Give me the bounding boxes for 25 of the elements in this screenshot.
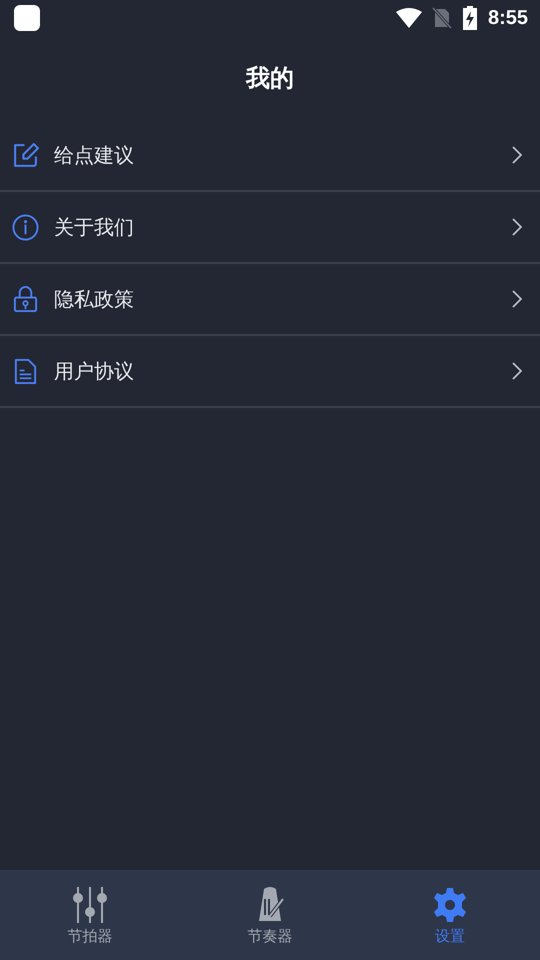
sliders-icon	[70, 884, 110, 924]
edit-icon	[12, 142, 39, 168]
chevron-right-icon	[512, 218, 522, 236]
nav-tab[interactable]: 节拍器	[0, 870, 180, 960]
menu-item-label: 用户协议	[54, 358, 135, 384]
chevron-right-icon	[512, 290, 522, 308]
nav-tab[interactable]: 节奏器	[180, 870, 360, 960]
menu-item[interactable]: 关于我们	[0, 192, 540, 264]
menu-item[interactable]: 给点建议	[0, 120, 540, 192]
page-title: 我的	[246, 63, 294, 94]
clock-time: 8:55	[488, 6, 528, 30]
info-icon	[12, 214, 39, 240]
notification-icon	[14, 5, 40, 31]
menu-item-label: 给点建议	[54, 142, 135, 168]
no-sim-icon	[432, 7, 452, 29]
menu-item[interactable]: 隐私政策	[0, 264, 540, 336]
menu-item-label: 关于我们	[54, 214, 135, 240]
menu-item-label: 隐私政策	[54, 286, 135, 312]
document-icon	[12, 358, 39, 384]
lock-icon	[12, 286, 39, 312]
wifi-icon	[396, 8, 422, 28]
menu-item[interactable]: 用户协议	[0, 336, 540, 408]
battery-icon	[462, 6, 478, 30]
chevron-right-icon	[512, 362, 522, 380]
chevron-right-icon	[512, 146, 522, 164]
